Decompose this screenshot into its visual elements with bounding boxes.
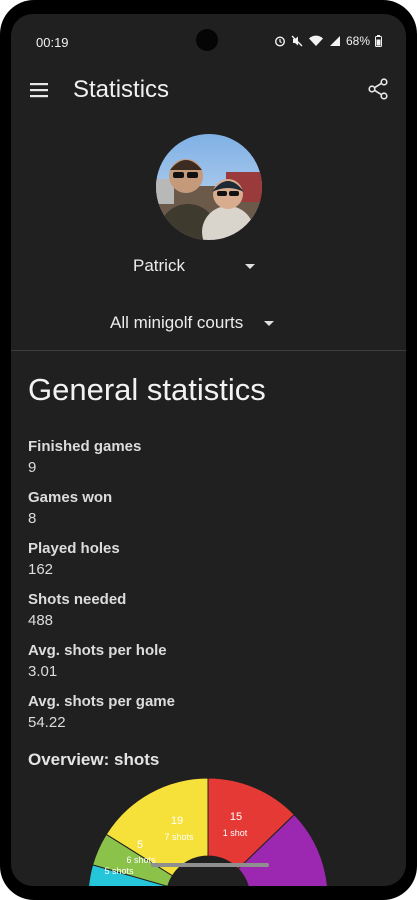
player-dropdown-value: Patrick bbox=[133, 256, 185, 275]
overview-shots-title: Overview: shots bbox=[28, 750, 160, 769]
alarm-icon bbox=[274, 36, 285, 47]
menu-icon[interactable] bbox=[29, 79, 51, 101]
stat-label: Finished games bbox=[28, 438, 142, 455]
avatar[interactable] bbox=[156, 134, 262, 240]
stat-shots-needed: Shots needed 488 bbox=[28, 590, 126, 631]
stat-value: 162 bbox=[28, 561, 54, 578]
court-dropdown[interactable]: All minigolf courts bbox=[110, 313, 275, 333]
stat-label: Avg. shots per game bbox=[28, 693, 175, 710]
battery-percent: 68% bbox=[345, 34, 370, 48]
divider bbox=[11, 350, 406, 351]
stat-avg-shots-per-game: Avg. shots per game 54.22 bbox=[28, 692, 175, 733]
stat-value: 9 bbox=[28, 459, 37, 476]
share-icon[interactable] bbox=[366, 77, 390, 101]
stat-value: 8 bbox=[28, 510, 37, 527]
stat-avg-shots-per-hole: Avg. shots per hole 3.01 bbox=[28, 641, 167, 682]
slice-count-label: 19 bbox=[171, 815, 183, 827]
dropdown-arrow-icon bbox=[244, 263, 255, 269]
status-time: 00:19 bbox=[36, 35, 69, 50]
stat-label: Games won bbox=[28, 489, 113, 506]
signal-icon bbox=[329, 36, 340, 46]
mute-icon bbox=[291, 35, 303, 47]
slice-count-label: 5 bbox=[137, 839, 143, 851]
stat-label: Avg. shots per hole bbox=[28, 642, 167, 659]
app-bar: Statistics bbox=[11, 66, 406, 114]
stat-value: 3.01 bbox=[28, 663, 58, 680]
stat-games-won: Games won 8 bbox=[28, 488, 112, 529]
stat-finished-games: Finished games 9 bbox=[28, 437, 141, 478]
wifi-icon bbox=[308, 35, 323, 46]
app-screen: 00:19 68% Statistics Patrick All minigol… bbox=[11, 14, 406, 886]
status-icons: 68% bbox=[274, 34, 382, 48]
slice-shots-label: 1 shot bbox=[223, 828, 248, 838]
phone-frame: 00:19 68% Statistics Patrick All minigol… bbox=[0, 0, 417, 900]
stat-label: Played holes bbox=[28, 540, 120, 557]
page-title: Statistics bbox=[73, 76, 170, 103]
general-statistics-title: General statistics bbox=[28, 372, 266, 407]
shots-donut-chart: 151 shot197 shots56 shots5 shots bbox=[88, 777, 328, 886]
slice-shots-label: 5 shots bbox=[104, 866, 134, 876]
stat-label: Shots needed bbox=[28, 591, 127, 608]
player-dropdown[interactable]: Patrick bbox=[133, 256, 255, 276]
stat-value: 488 bbox=[28, 612, 54, 629]
slice-shots-label: 7 shots bbox=[164, 832, 194, 842]
stat-value: 54.22 bbox=[28, 714, 66, 731]
battery-icon bbox=[375, 35, 382, 47]
front-camera bbox=[196, 29, 218, 51]
status-bar: 00:19 68% bbox=[11, 14, 406, 54]
stat-played-holes: Played holes 162 bbox=[28, 539, 120, 580]
slice-count-label: 15 bbox=[230, 811, 242, 823]
gesture-nav-bar[interactable] bbox=[151, 863, 269, 867]
court-dropdown-value: All minigolf courts bbox=[110, 313, 244, 332]
dropdown-arrow-icon bbox=[264, 320, 275, 326]
